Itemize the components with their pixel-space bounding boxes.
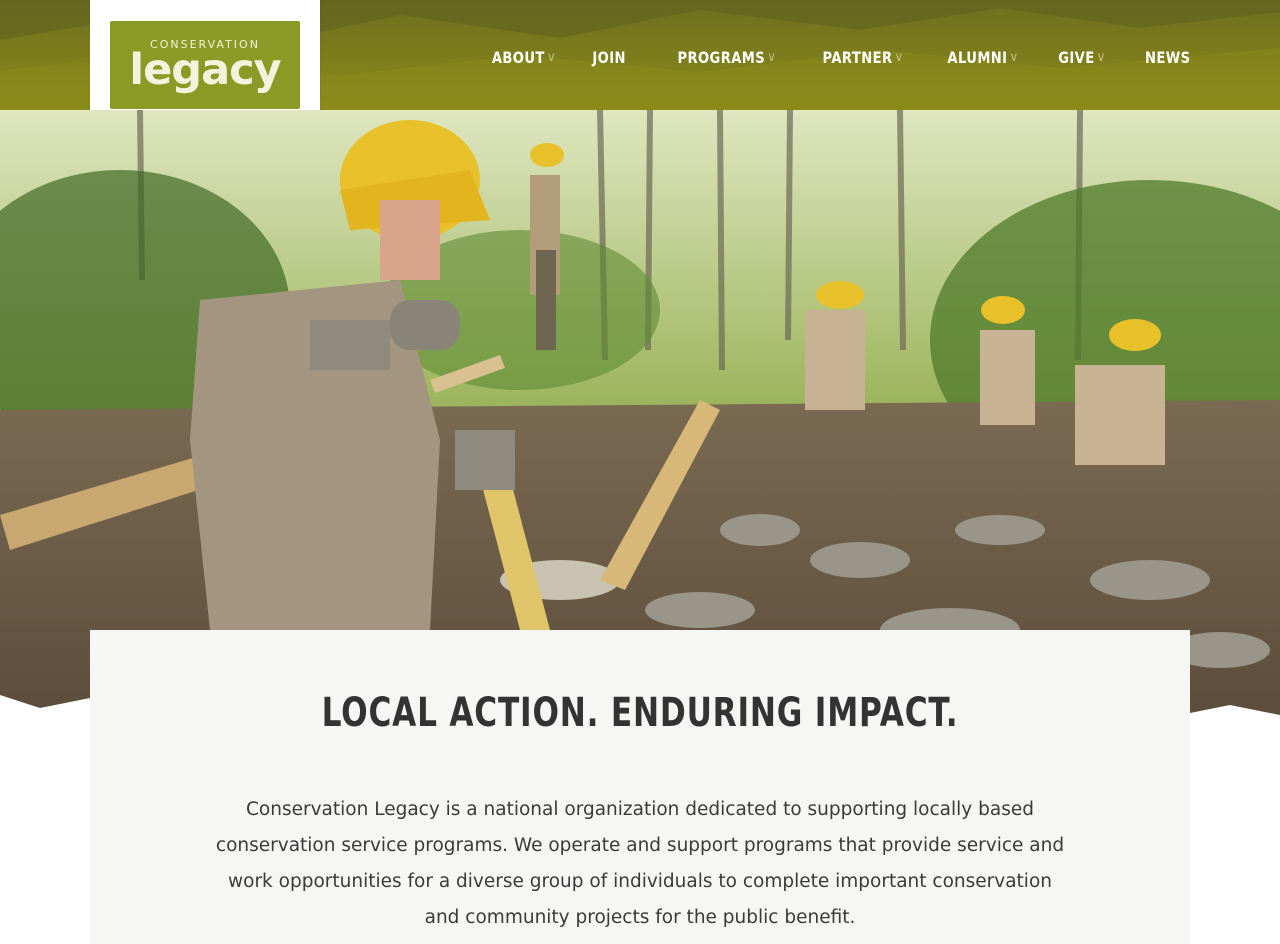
nav-item-label: NEWS xyxy=(1144,47,1190,67)
nav-item-join[interactable]: JOIN xyxy=(592,48,626,67)
site-header: CONSERVATION legacy ABOUT v JOIN PROGRAM… xyxy=(0,0,1280,110)
chevron-down-icon: v xyxy=(895,49,903,65)
nav-item-about[interactable]: ABOUT v xyxy=(492,48,555,67)
chevron-down-icon: v xyxy=(548,49,555,65)
logo-link[interactable]: CONSERVATION legacy xyxy=(90,0,320,110)
nav-item-label: ABOUT xyxy=(491,47,545,67)
main-nav: ABOUT v JOIN PROGRAMS v PARTNER v ALUMNI… xyxy=(448,42,1190,72)
nav-item-programs[interactable]: PROGRAMS v xyxy=(677,48,775,67)
logo-main-text: legacy xyxy=(129,45,281,95)
nav-item-label: ALUMNI xyxy=(947,47,1008,67)
nav-item-give[interactable]: GIVE v xyxy=(1058,48,1104,67)
nav-item-partner[interactable]: PARTNER v xyxy=(822,48,902,67)
chevron-down-icon: v xyxy=(1097,49,1105,65)
page-heading: LOCAL ACTION. ENDURING IMPACT. xyxy=(321,690,959,736)
nav-item-label: PARTNER xyxy=(822,47,893,67)
chevron-down-icon: v xyxy=(1011,49,1018,65)
nav-item-label: JOIN xyxy=(592,47,626,67)
intro-card: LOCAL ACTION. ENDURING IMPACT. Conservat… xyxy=(90,630,1190,944)
nav-item-news[interactable]: NEWS xyxy=(1144,48,1190,67)
nav-item-label: PROGRAMS xyxy=(677,47,765,67)
conservation-legacy-logo: CONSERVATION legacy xyxy=(110,21,300,109)
intro-paragraph: Conservation Legacy is a national organi… xyxy=(215,799,1065,928)
nav-item-label: GIVE xyxy=(1058,47,1095,67)
chevron-down-icon: v xyxy=(768,49,775,65)
nav-item-alumni[interactable]: ALUMNI v xyxy=(948,48,1018,67)
